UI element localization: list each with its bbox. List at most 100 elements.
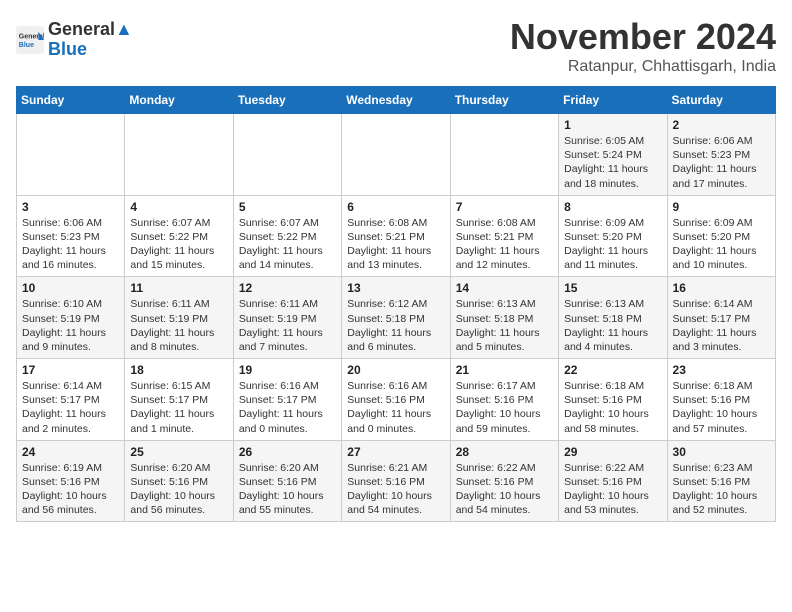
day-number: 13 — [347, 281, 444, 295]
week-row-1: 1 Sunrise: 6:05 AMSunset: 5:24 PMDaylight… — [17, 114, 776, 196]
calendar-cell: 8 Sunrise: 6:09 AMSunset: 5:20 PMDaylight… — [559, 195, 667, 277]
day-number: 1 — [564, 118, 661, 132]
day-info: Sunrise: 6:14 AMSunset: 5:17 PMDaylight:… — [22, 379, 119, 436]
calendar-cell: 3 Sunrise: 6:06 AMSunset: 5:23 PMDaylight… — [17, 195, 125, 277]
day-info: Sunrise: 6:07 AMSunset: 5:22 PMDaylight:… — [239, 216, 336, 273]
col-header-wednesday: Wednesday — [342, 87, 450, 114]
day-number: 2 — [673, 118, 770, 132]
calendar-cell — [125, 114, 233, 196]
calendar-cell: 19Sunrise: 6:16 AMSunset: 5:17 PMDayligh… — [233, 359, 341, 441]
title-area: November 2024 Ratanpur, Chhattisgarh, In… — [510, 16, 776, 76]
calendar-cell: 9 Sunrise: 6:09 AMSunset: 5:20 PMDaylight… — [667, 195, 775, 277]
day-info: Sunrise: 6:09 AMSunset: 5:20 PMDaylight:… — [564, 216, 661, 273]
day-info: Sunrise: 6:18 AMSunset: 5:16 PMDaylight:… — [673, 379, 770, 436]
day-info: Sunrise: 6:11 AMSunset: 5:19 PMDaylight:… — [239, 297, 336, 354]
day-number: 22 — [564, 363, 661, 377]
day-number: 11 — [130, 281, 227, 295]
day-info: Sunrise: 6:15 AMSunset: 5:17 PMDaylight:… — [130, 379, 227, 436]
days-header-row: SundayMondayTuesdayWednesdayThursdayFrid… — [17, 87, 776, 114]
day-info: Sunrise: 6:07 AMSunset: 5:22 PMDaylight:… — [130, 216, 227, 273]
calendar-cell: 7Sunrise: 6:08 AMSunset: 5:21 PMDaylight… — [450, 195, 558, 277]
calendar-cell: 27Sunrise: 6:21 AMSunset: 5:16 PMDayligh… — [342, 440, 450, 522]
calendar-cell: 29 Sunrise: 6:22 AMSunset: 5:16 PMDayligh… — [559, 440, 667, 522]
day-info: Sunrise: 6:09 AMSunset: 5:20 PMDaylight:… — [673, 216, 770, 273]
day-number: 4 — [130, 200, 227, 214]
calendar-cell — [450, 114, 558, 196]
day-number: 23 — [673, 363, 770, 377]
calendar-cell: 6 Sunrise: 6:08 AMSunset: 5:21 PMDaylight… — [342, 195, 450, 277]
logo-icon: General Blue — [16, 26, 44, 54]
day-info: Sunrise: 6:06 AMSunset: 5:23 PMDaylight:… — [22, 216, 119, 273]
calendar-cell: 16 Sunrise: 6:14 AMSunset: 5:17 PMDayligh… — [667, 277, 775, 359]
day-number: 12 — [239, 281, 336, 295]
week-row-2: 3 Sunrise: 6:06 AMSunset: 5:23 PMDaylight… — [17, 195, 776, 277]
location-title: Ratanpur, Chhattisgarh, India — [510, 58, 776, 76]
day-info: Sunrise: 6:13 AMSunset: 5:18 PMDaylight:… — [456, 297, 553, 354]
day-info: Sunrise: 6:06 AMSunset: 5:23 PMDaylight:… — [673, 134, 770, 191]
calendar-cell: 15Sunrise: 6:13 AMSunset: 5:18 PMDayligh… — [559, 277, 667, 359]
calendar-cell: 23 Sunrise: 6:18 AMSunset: 5:16 PMDayligh… — [667, 359, 775, 441]
calendar-cell: 10Sunrise: 6:10 AMSunset: 5:19 PMDayligh… — [17, 277, 125, 359]
day-info: Sunrise: 6:18 AMSunset: 5:16 PMDaylight:… — [564, 379, 661, 436]
day-info: Sunrise: 6:21 AMSunset: 5:16 PMDaylight:… — [347, 461, 444, 518]
col-header-tuesday: Tuesday — [233, 87, 341, 114]
day-number: 9 — [673, 200, 770, 214]
calendar-cell: 17 Sunrise: 6:14 AMSunset: 5:17 PMDayligh… — [17, 359, 125, 441]
day-info: Sunrise: 6:20 AMSunset: 5:16 PMDaylight:… — [239, 461, 336, 518]
day-number: 26 — [239, 445, 336, 459]
day-number: 17 — [22, 363, 119, 377]
week-row-4: 17 Sunrise: 6:14 AMSunset: 5:17 PMDayligh… — [17, 359, 776, 441]
svg-text:Blue: Blue — [19, 42, 34, 49]
day-info: Sunrise: 6:12 AMSunset: 5:18 PMDaylight:… — [347, 297, 444, 354]
day-number: 7 — [456, 200, 553, 214]
day-info: Sunrise: 6:05 AMSunset: 5:24 PMDaylight:… — [564, 134, 661, 191]
day-info: Sunrise: 6:22 AMSunset: 5:16 PMDaylight:… — [564, 461, 661, 518]
calendar-cell: 20 Sunrise: 6:16 AMSunset: 5:16 PMDayligh… — [342, 359, 450, 441]
logo: General Blue General▲ Blue — [16, 20, 133, 60]
day-number: 21 — [456, 363, 553, 377]
day-number: 14 — [456, 281, 553, 295]
month-title: November 2024 — [510, 16, 776, 58]
calendar-cell: 24Sunrise: 6:19 AMSunset: 5:16 PMDayligh… — [17, 440, 125, 522]
day-info: Sunrise: 6:08 AMSunset: 5:21 PMDaylight:… — [347, 216, 444, 273]
calendar-cell: 5 Sunrise: 6:07 AMSunset: 5:22 PMDaylight… — [233, 195, 341, 277]
day-number: 29 — [564, 445, 661, 459]
calendar-cell — [233, 114, 341, 196]
day-number: 28 — [456, 445, 553, 459]
calendar-cell: 18 Sunrise: 6:15 AMSunset: 5:17 PMDayligh… — [125, 359, 233, 441]
day-number: 18 — [130, 363, 227, 377]
calendar-cell — [342, 114, 450, 196]
col-header-thursday: Thursday — [450, 87, 558, 114]
calendar-cell: 4 Sunrise: 6:07 AMSunset: 5:22 PMDaylight… — [125, 195, 233, 277]
day-number: 8 — [564, 200, 661, 214]
calendar-cell: 2 Sunrise: 6:06 AMSunset: 5:23 PMDaylight… — [667, 114, 775, 196]
day-info: Sunrise: 6:16 AMSunset: 5:17 PMDaylight:… — [239, 379, 336, 436]
calendar-table: SundayMondayTuesdayWednesdayThursdayFrid… — [16, 86, 776, 522]
day-number: 30 — [673, 445, 770, 459]
calendar-cell: 21Sunrise: 6:17 AMSunset: 5:16 PMDayligh… — [450, 359, 558, 441]
day-number: 25 — [130, 445, 227, 459]
day-number: 5 — [239, 200, 336, 214]
day-info: Sunrise: 6:11 AMSunset: 5:19 PMDaylight:… — [130, 297, 227, 354]
day-number: 6 — [347, 200, 444, 214]
calendar-cell: 14 Sunrise: 6:13 AMSunset: 5:18 PMDayligh… — [450, 277, 558, 359]
day-number: 15 — [564, 281, 661, 295]
calendar-cell: 28 Sunrise: 6:22 AMSunset: 5:16 PMDayligh… — [450, 440, 558, 522]
day-info: Sunrise: 6:20 AMSunset: 5:16 PMDaylight:… — [130, 461, 227, 518]
page-header: General Blue General▲ Blue November 2024… — [16, 16, 776, 76]
calendar-cell — [17, 114, 125, 196]
calendar-cell: 26 Sunrise: 6:20 AMSunset: 5:16 PMDayligh… — [233, 440, 341, 522]
day-number: 3 — [22, 200, 119, 214]
col-header-saturday: Saturday — [667, 87, 775, 114]
day-info: Sunrise: 6:14 AMSunset: 5:17 PMDaylight:… — [673, 297, 770, 354]
day-info: Sunrise: 6:16 AMSunset: 5:16 PMDaylight:… — [347, 379, 444, 436]
day-number: 20 — [347, 363, 444, 377]
calendar-cell: 11 Sunrise: 6:11 AMSunset: 5:19 PMDayligh… — [125, 277, 233, 359]
col-header-monday: Monday — [125, 87, 233, 114]
calendar-cell: 25 Sunrise: 6:20 AMSunset: 5:16 PMDayligh… — [125, 440, 233, 522]
day-info: Sunrise: 6:22 AMSunset: 5:16 PMDaylight:… — [456, 461, 553, 518]
col-header-sunday: Sunday — [17, 87, 125, 114]
logo-text-line1: General▲ — [48, 20, 133, 40]
col-header-friday: Friday — [559, 87, 667, 114]
day-number: 16 — [673, 281, 770, 295]
